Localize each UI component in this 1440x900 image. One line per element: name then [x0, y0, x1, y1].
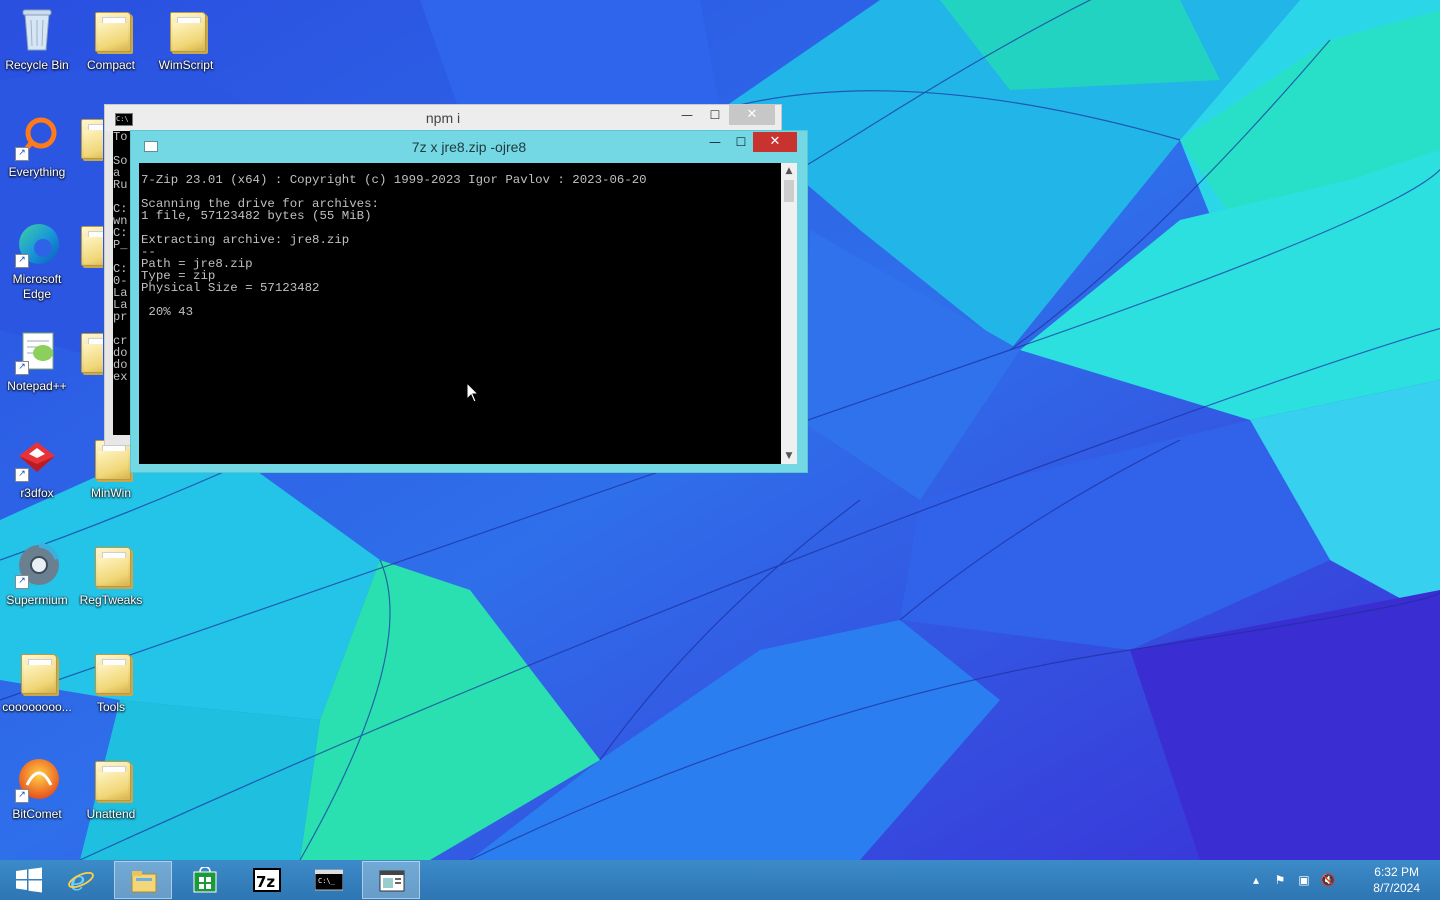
folder-icon: [87, 755, 135, 803]
desktop-icon-label: Unattend: [86, 807, 136, 821]
show-hidden-icons-icon[interactable]: ▴: [1248, 872, 1264, 888]
desktop-icon-regtweaks[interactable]: RegTweaks: [73, 541, 149, 608]
maximize-button[interactable]: ☐: [727, 132, 755, 152]
svg-text:7z: 7z: [256, 873, 275, 891]
store-icon: [193, 867, 217, 893]
desktop-icon-label: Recycle Bin: [5, 58, 69, 72]
desktop-icon-label: Supermium: [6, 593, 68, 607]
desktop-icon-unattend[interactable]: Unattend: [73, 755, 149, 822]
desktop-icon-label: Everything: [8, 165, 66, 179]
folder-icon: [73, 220, 103, 268]
desktop-icon-wimscript[interactable]: WimScript: [148, 6, 224, 73]
desktop-icon-folder-partial[interactable]: [73, 113, 103, 161]
shortcut-arrow-icon: ↗: [15, 361, 29, 375]
taskbar-7zip[interactable]: 7z: [238, 861, 296, 899]
command-prompt-icon: C:\_: [315, 869, 343, 891]
shortcut-arrow-icon: ↗: [15, 147, 29, 161]
desktop-icon-label: Microsoft Edge: [12, 272, 62, 301]
clock[interactable]: 6:32 PM 8/7/2024: [1373, 864, 1420, 896]
taskbar-file-explorer[interactable]: [114, 861, 172, 899]
folder-icon: [73, 113, 103, 161]
window-app-icon: [379, 870, 405, 892]
folder-icon: [162, 6, 210, 54]
desktop-icon-label: BitComet: [12, 807, 62, 821]
desktop-icon-label: RegTweaks: [79, 593, 143, 607]
title-bar[interactable]: C:\ npm i — ☐ ✕: [105, 105, 781, 131]
desktop-icon-folder-partial[interactable]: [73, 327, 103, 375]
scroll-up-icon[interactable]: ▲: [781, 163, 797, 179]
shortcut-arrow-icon: ↗: [15, 575, 29, 589]
clock-time: 6:32 PM: [1374, 865, 1419, 879]
folder-icon: [87, 648, 135, 696]
scroll-down-icon[interactable]: ▼: [781, 448, 797, 464]
close-button[interactable]: ✕: [729, 105, 775, 125]
folder-icon: [87, 6, 135, 54]
notepad-plus-plus-icon: ↗: [13, 327, 61, 375]
shortcut-arrow-icon: ↗: [15, 468, 29, 482]
maximize-button[interactable]: ☐: [701, 105, 729, 125]
mouse-cursor-icon: [466, 382, 480, 403]
desktop-icon-recycle-bin[interactable]: Recycle Bin: [0, 6, 75, 73]
desktop-icon-notepad-plus-plus[interactable]: ↗ Notepad++: [0, 327, 75, 394]
desktop-icon-label: Notepad++: [7, 379, 67, 393]
desktop-icon-tools[interactable]: Tools: [73, 648, 149, 715]
desktop-icon-compact[interactable]: Compact: [73, 6, 149, 73]
close-button[interactable]: ✕: [753, 132, 797, 152]
desktop-icon-label: Tools: [96, 700, 125, 714]
clock-date: 8/7/2024: [1373, 881, 1420, 895]
start-button[interactable]: [0, 861, 58, 899]
svg-text:C:\_: C:\_: [318, 877, 336, 885]
taskbar: e 7z C:\_ ▴ ⚑ ▣ 🔇 6:32 PM 8/7/2024: [0, 860, 1440, 900]
r3dfox-icon: ↗: [13, 434, 61, 482]
taskbar-window-preview[interactable]: [362, 861, 420, 899]
recycle-bin-icon: [13, 6, 61, 54]
7zip-icon: 7z: [253, 868, 281, 892]
network-icon[interactable]: ▣: [1296, 872, 1312, 888]
desktop-icon-cooooooo[interactable]: coooooooo...: [0, 648, 75, 715]
minimize-button[interactable]: —: [701, 132, 729, 152]
desktop-icon-microsoft-edge[interactable]: ↗ Microsoft Edge: [0, 220, 75, 302]
vertical-scrollbar[interactable]: ▲ ▼: [781, 163, 797, 464]
desktop-icon-label: MinWin: [90, 486, 131, 500]
desktop-icon-label: WimScript: [158, 58, 214, 72]
desktop-icon-label: Compact: [86, 58, 136, 72]
everything-search-icon: ↗: [13, 113, 61, 161]
desktop-icon-folder-partial[interactable]: [73, 220, 103, 268]
taskbar-internet-explorer[interactable]: e: [52, 861, 110, 899]
bitcomet-icon: ↗: [13, 755, 61, 803]
folder-icon: [87, 541, 135, 589]
folder-icon: [73, 327, 103, 375]
sevenzip-console-window[interactable]: 7z x jre8.zip -ojre8 — ☐ ✕ 7-Zip 23.01 (…: [130, 130, 808, 473]
internet-explorer-icon: e: [68, 867, 94, 893]
desktop-icon-label: coooooooo...: [2, 700, 72, 714]
minimize-button[interactable]: —: [673, 105, 701, 125]
taskbar-command-prompt[interactable]: C:\_: [300, 861, 358, 899]
desktop-icon-r3dfox[interactable]: ↗ r3dfox: [0, 434, 75, 501]
volume-muted-icon[interactable]: 🔇: [1320, 872, 1336, 888]
supermium-icon: ↗: [13, 541, 61, 589]
action-center-flag-icon[interactable]: ⚑: [1272, 872, 1288, 888]
folder-icon: [13, 648, 61, 696]
taskbar-store[interactable]: [176, 861, 234, 899]
windows-logo-icon: [16, 867, 42, 893]
file-explorer-icon: [131, 871, 157, 893]
scrollbar-thumb[interactable]: [784, 180, 794, 202]
desktop-icon-bitcomet[interactable]: ↗ BitComet: [0, 755, 75, 822]
title-bar[interactable]: 7z x jre8.zip -ojre8 — ☐ ✕: [131, 131, 807, 163]
edge-icon: ↗: [13, 220, 61, 268]
console-output[interactable]: 7-Zip 23.01 (x64) : Copyright (c) 1999-2…: [139, 163, 781, 464]
desktop-icon-supermium[interactable]: ↗ Supermium: [0, 541, 75, 608]
desktop-icon-label: r3dfox: [20, 486, 54, 500]
shortcut-arrow-icon: ↗: [15, 789, 29, 803]
shortcut-arrow-icon: ↗: [15, 254, 29, 268]
desktop-icon-everything[interactable]: ↗ Everything: [0, 113, 75, 180]
system-tray: ▴ ⚑ ▣ 🔇 6:32 PM 8/7/2024: [1250, 860, 1440, 900]
